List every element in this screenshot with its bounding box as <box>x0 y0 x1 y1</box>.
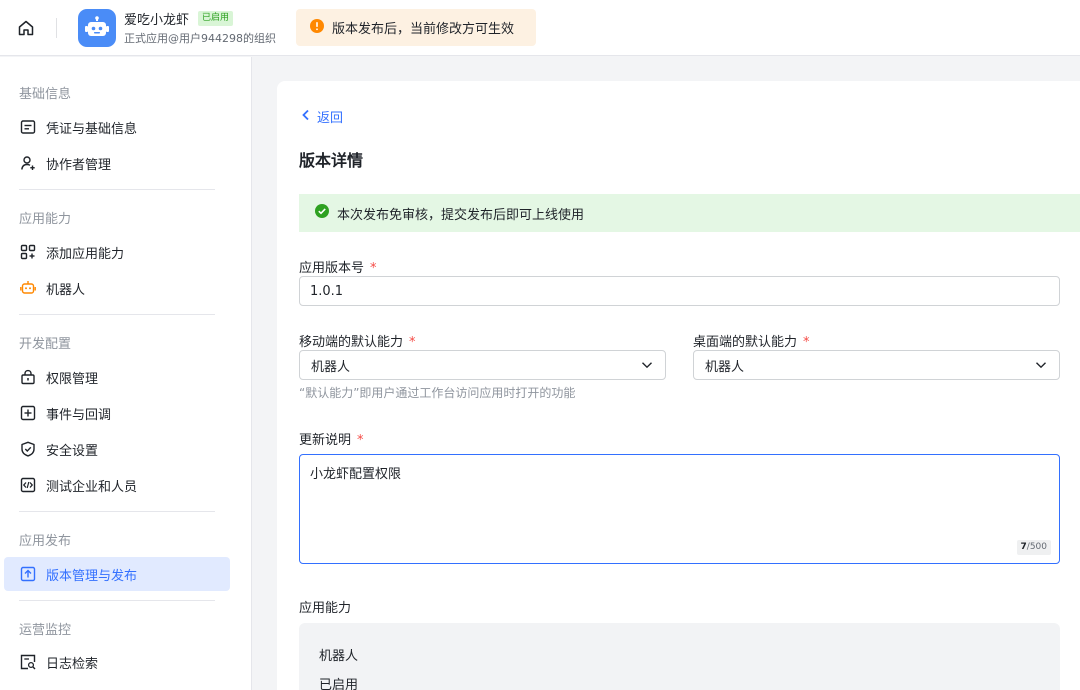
group-title-capabilities: 应用能力 <box>19 212 72 227</box>
sidebar-item-events[interactable]: 事件与回调 <box>4 396 230 430</box>
char-counter: 7/500 <box>1016 540 1051 555</box>
back-label: 返回 <box>317 111 344 126</box>
version-detail-card: 返回 版本详情 本次发布免审核，提交发布后即可上线使用 应用版本号* 移动端的默… <box>277 81 1080 690</box>
sidebar-item-permissions[interactable]: 权限管理 <box>4 360 230 394</box>
sidebar-item-label: 协作者管理 <box>46 157 112 173</box>
app-org: 正式应用@用户944298的组织 <box>124 32 276 45</box>
sidebar-divider <box>19 600 215 601</box>
update-notes-field: 小龙虾配置权限 7/500 <box>299 454 1060 564</box>
shield-icon <box>20 441 36 457</box>
publish-notice-text: 版本发布后，当前修改方可生效 <box>332 22 515 37</box>
sidebar-item-version-publish[interactable]: 版本管理与发布 <box>4 557 230 591</box>
user-add-icon <box>20 155 36 171</box>
mobile-default-select[interactable]: 机器人 <box>299 350 666 380</box>
log-search-icon <box>20 654 36 670</box>
app-status-badge: 已启用 <box>198 11 234 26</box>
lock-icon <box>20 369 36 385</box>
top-bar: 爱吃小龙虾 已启用 正式应用@用户944298的组织 版本发布后，当前修改方可生… <box>0 0 1080 56</box>
sidebar-divider <box>19 189 215 190</box>
sidebar-item-label: 权限管理 <box>46 371 99 387</box>
credential-icon <box>20 119 36 135</box>
required-mark: * <box>409 335 416 350</box>
back-link[interactable]: 返回 <box>301 107 343 126</box>
grid-add-icon <box>20 244 36 260</box>
warning-icon <box>310 18 324 37</box>
page-title: 版本详情 <box>299 151 364 170</box>
sidebar-item-label: 添加应用能力 <box>46 246 125 262</box>
success-alert: 本次发布免审核，提交发布后即可上线使用 <box>299 194 1080 232</box>
chevron-down-icon <box>1035 358 1047 373</box>
group-title-dev-config: 开发配置 <box>19 337 72 352</box>
sidebar-item-robot[interactable]: 机器人 <box>4 271 230 305</box>
check-circle-icon <box>315 204 329 222</box>
version-input[interactable] <box>299 276 1060 306</box>
update-notes-label: 更新说明 * <box>299 433 364 448</box>
home-icon[interactable] <box>14 16 38 40</box>
chevron-left-icon <box>301 109 311 125</box>
sidebar-item-credentials[interactable]: 凭证与基础信息 <box>4 110 230 144</box>
sidebar-divider <box>19 511 215 512</box>
robot-icon <box>20 280 36 296</box>
sidebar-item-label: 测试企业和人员 <box>46 479 138 495</box>
desktop-default-value: 机器人 <box>705 359 745 375</box>
group-title-ops: 运营监控 <box>19 623 72 638</box>
group-title-publish: 应用发布 <box>19 534 72 549</box>
sidebar-item-security[interactable]: 安全设置 <box>4 432 230 466</box>
event-icon <box>20 405 36 421</box>
sidebar-item-test-org[interactable]: 测试企业和人员 <box>4 468 230 502</box>
sidebar: 基础信息 凭证与基础信息 协作者管理 应用能力 添加应用能力 机器人 开发配置 … <box>0 57 252 690</box>
app-name: 爱吃小龙虾 <box>124 13 190 28</box>
group-title-basic: 基础信息 <box>19 87 72 102</box>
publish-notice: 版本发布后，当前修改方可生效 <box>296 9 536 46</box>
sidebar-item-add-capability[interactable]: 添加应用能力 <box>4 235 230 269</box>
required-mark: * <box>370 261 377 276</box>
default-capability-hint: “默认能力”即用户通过工作台访问应用时打开的功能 <box>299 386 576 400</box>
mobile-default-value: 机器人 <box>311 359 351 375</box>
top-divider <box>56 18 57 38</box>
capabilities-section-title: 应用能力 <box>299 601 352 616</box>
desktop-default-select[interactable]: 机器人 <box>693 350 1060 380</box>
upload-icon <box>20 566 36 582</box>
app-avatar[interactable] <box>78 9 116 47</box>
chevron-down-icon <box>641 358 653 373</box>
success-alert-text: 本次发布免审核，提交发布后即可上线使用 <box>337 207 585 223</box>
sidebar-item-label: 事件与回调 <box>46 407 112 423</box>
update-notes-textarea[interactable]: 小龙虾配置权限 <box>300 455 1059 563</box>
mobile-default-label: 移动端的默认能力 * <box>299 335 416 350</box>
sidebar-item-log-search[interactable]: 日志检索 <box>4 645 230 679</box>
capability-box: 机器人 已启用 <box>299 623 1060 690</box>
capability-status: 已启用 <box>319 678 359 690</box>
sidebar-item-label: 日志检索 <box>46 656 99 672</box>
sidebar-item-label: 版本管理与发布 <box>46 568 138 584</box>
code-icon <box>20 477 36 493</box>
version-label: 应用版本号 * <box>299 261 377 276</box>
desktop-default-label: 桌面端的默认能力 * <box>693 335 810 350</box>
sidebar-item-label: 凭证与基础信息 <box>46 121 138 137</box>
capability-name: 机器人 <box>319 649 359 664</box>
sidebar-item-label: 机器人 <box>46 282 86 298</box>
sidebar-item-collaborators[interactable]: 协作者管理 <box>4 146 230 180</box>
required-mark: * <box>357 433 364 448</box>
sidebar-divider <box>19 314 215 315</box>
required-mark: * <box>803 335 810 350</box>
sidebar-item-label: 安全设置 <box>46 443 99 459</box>
